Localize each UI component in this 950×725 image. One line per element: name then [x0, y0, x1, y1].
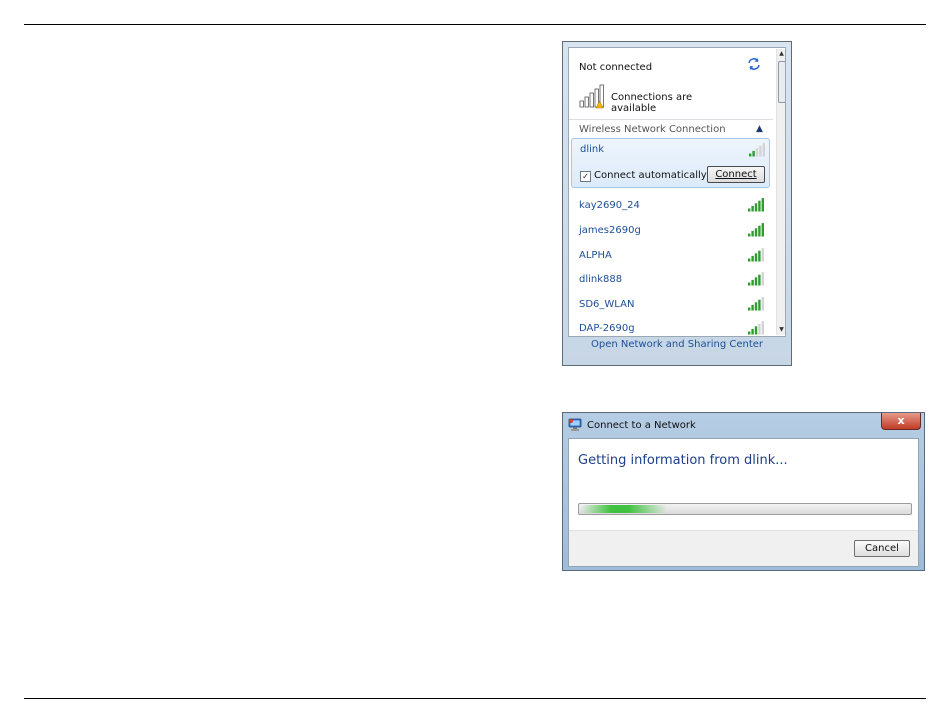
signal-bar	[748, 233, 751, 237]
signal-bar	[751, 230, 754, 237]
network-list-item[interactable]: james2690g	[579, 225, 641, 236]
network-list-scrollbar[interactable]: ▲ ▼	[776, 49, 785, 335]
cancel-button[interactable]: Cancel	[854, 540, 910, 557]
signal-bar	[758, 225, 761, 237]
connect-button[interactable]: Connect	[707, 166, 765, 183]
connect-automatically-checkbox[interactable]: ✓	[580, 171, 591, 182]
signal-bar	[748, 208, 751, 212]
signal-bar	[761, 272, 764, 286]
signal-bar	[754, 253, 758, 262]
open-network-sharing-center-link[interactable]: Open Network and Sharing Center	[563, 339, 791, 350]
selected-network-item[interactable]: dlink ✓ Connect automatically Connect	[571, 138, 770, 188]
network-flyout: Not connected Connections are available …	[562, 41, 792, 366]
section-divider	[569, 119, 773, 120]
close-icon: x	[897, 414, 905, 427]
connect-dialog: Connect to a Network x Getting informati…	[562, 412, 925, 571]
signal-bar	[754, 326, 758, 335]
dialog-titlebar[interactable]: Connect to a Network x	[563, 413, 924, 438]
network-list-item[interactable]: ALPHA	[579, 250, 612, 261]
signal-strength-icon	[749, 143, 765, 157]
signal-bar	[758, 250, 761, 262]
connections-available-label: Connections are available	[611, 92, 693, 114]
signal-bar	[748, 258, 751, 262]
network-list-item[interactable]: kay2690_24	[579, 200, 640, 211]
network-list-item[interactable]: dlink888	[579, 274, 622, 285]
signal-strength-icon	[748, 248, 764, 262]
signal-bar	[754, 228, 758, 237]
signal-bar	[752, 150, 755, 157]
section-title[interactable]: Wireless Network Connection	[579, 124, 726, 135]
dialog-footer: Cancel	[569, 530, 918, 566]
signal-bar	[754, 302, 758, 311]
signal-bar	[759, 145, 762, 157]
dialog-title: Connect to a Network	[587, 420, 696, 431]
scroll-thumb[interactable]	[778, 61, 785, 103]
network-computer-icon	[568, 418, 582, 431]
signal-bar	[762, 143, 765, 157]
signal-bar	[751, 328, 754, 335]
signal-bar	[761, 248, 764, 262]
refresh-icon[interactable]	[747, 57, 761, 71]
signal-bar	[754, 203, 758, 212]
signal-bar	[758, 200, 761, 212]
connections-available-row: Connections are available	[579, 84, 739, 114]
scroll-up-arrow-icon[interactable]: ▲	[777, 49, 785, 59]
signal-bar	[751, 279, 754, 286]
network-list-item[interactable]: DAP-2690g	[579, 323, 635, 334]
signal-bar	[761, 198, 764, 212]
signal-strength-icon	[748, 297, 764, 311]
signal-bar	[751, 255, 754, 262]
signal-strength-icon	[748, 223, 764, 237]
network-available-icon	[579, 84, 604, 109]
dialog-message: Getting information from dlink...	[578, 453, 788, 468]
connection-status: Not connected	[579, 62, 653, 73]
connect-button-label: Connect	[715, 169, 757, 180]
signal-bar	[761, 297, 764, 311]
signal-strength-icon	[748, 321, 764, 335]
close-button[interactable]: x	[881, 413, 921, 430]
network-list-item[interactable]: SD6_WLAN	[579, 299, 634, 310]
page-top-rule	[24, 24, 926, 25]
signal-bar	[748, 282, 751, 286]
signal-bar	[751, 304, 754, 311]
dialog-body: Getting information from dlink... Cancel	[568, 438, 919, 567]
signal-bar	[751, 205, 754, 212]
signal-bar	[748, 307, 751, 311]
signal-strength-icon	[748, 272, 764, 286]
signal-bar	[758, 274, 761, 286]
signal-bar	[758, 323, 761, 335]
signal-bar	[761, 223, 764, 237]
connect-automatically-label: Connect automatically	[594, 170, 707, 181]
flyout-content: Not connected Connections are available …	[568, 47, 786, 337]
progress-bar	[578, 503, 912, 515]
signal-bar	[758, 299, 761, 311]
signal-bar	[748, 331, 751, 335]
signal-bar	[755, 148, 759, 157]
signal-bar	[749, 153, 752, 157]
collapse-chevron-icon[interactable]: ▲	[756, 124, 763, 134]
signal-strength-icon	[748, 198, 764, 212]
page-bottom-rule	[24, 698, 926, 699]
progress-indeterminate-glow	[581, 505, 667, 513]
selected-network-name: dlink	[580, 144, 605, 155]
scroll-down-arrow-icon[interactable]: ▼	[777, 325, 785, 335]
signal-bar	[761, 321, 764, 335]
signal-bar	[754, 277, 758, 286]
